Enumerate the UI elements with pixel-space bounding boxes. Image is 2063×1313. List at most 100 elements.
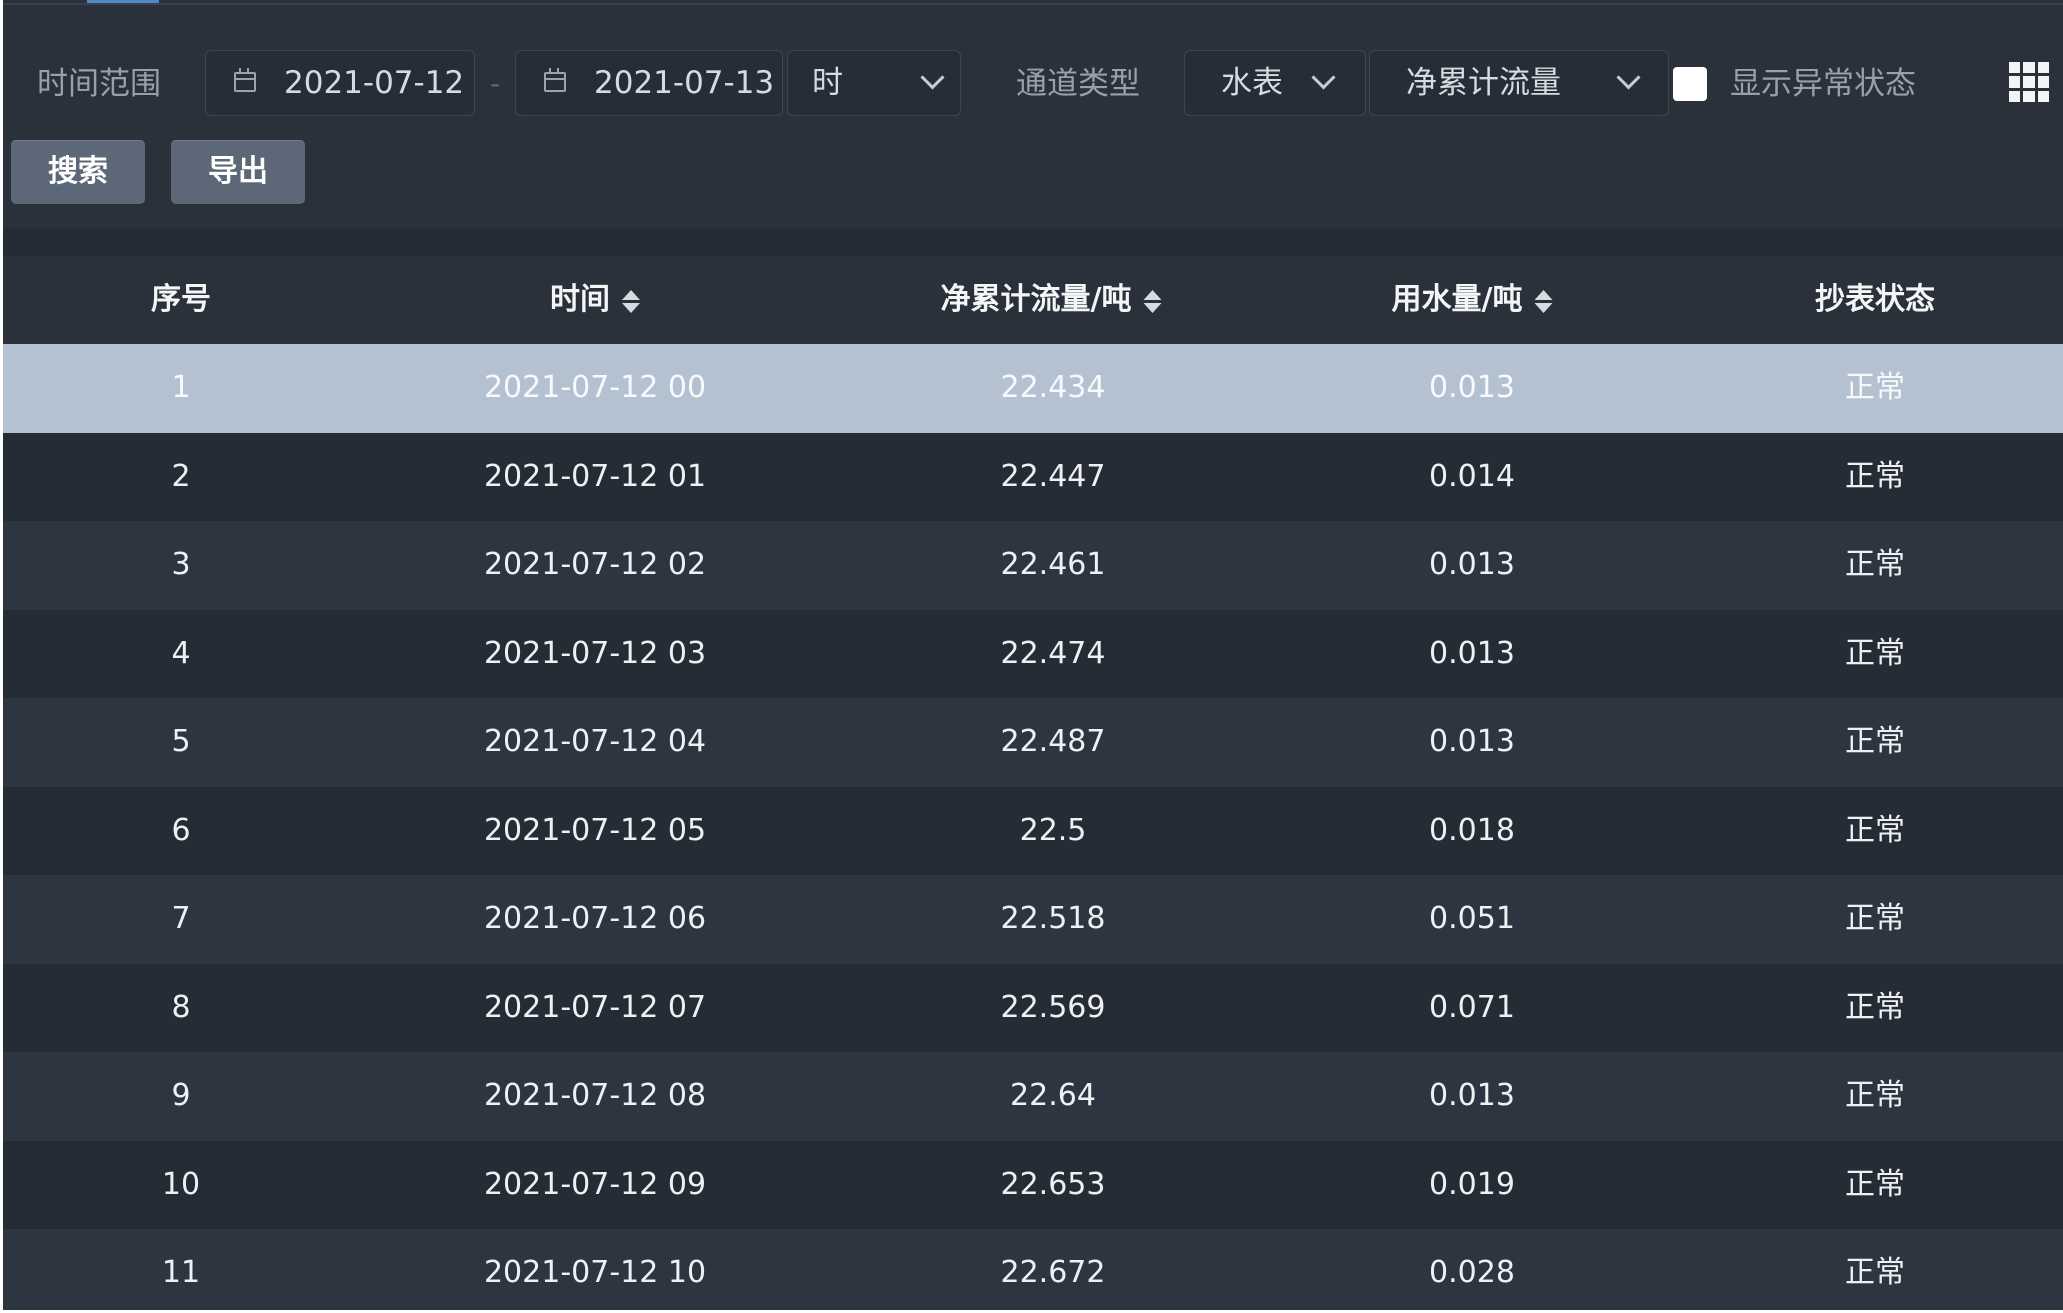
cell-net-flow: 22.64 xyxy=(1010,1078,1096,1113)
cell-time: 2021-07-12 00 xyxy=(483,370,707,405)
cell-net-flow: 22.461 xyxy=(1000,547,1106,582)
sort-icon[interactable] xyxy=(1143,288,1162,314)
cell-index: 4 xyxy=(171,635,191,671)
column-header-usage[interactable]: 用水量/吨 xyxy=(1392,256,1553,344)
cell-usage: 0.013 xyxy=(1429,547,1515,582)
cell-index: 3 xyxy=(171,547,191,582)
show-abnormal-label: 显示异常状态 xyxy=(1730,66,1916,102)
sort-icon[interactable] xyxy=(622,288,640,314)
cell-index: 11 xyxy=(161,1255,201,1290)
filter-bar: 时间范围 2021-07-12 - 2021-07-13 时 通道类型 水表 净… xyxy=(3,50,2063,118)
cell-time: 2021-07-12 08 xyxy=(483,1078,707,1113)
cell-status: 正常 xyxy=(1845,1255,1905,1290)
cell-status: 正常 xyxy=(1845,812,1905,848)
end-date-picker[interactable]: 2021-07-13 xyxy=(515,50,783,116)
show-abnormal-checkbox[interactable] xyxy=(1673,67,1707,101)
cell-usage: 0.013 xyxy=(1429,724,1515,759)
cell-index: 5 xyxy=(171,724,191,759)
column-header-net-flow[interactable]: 净累计流量/吨 xyxy=(941,256,1162,344)
calendar-icon xyxy=(234,68,256,92)
cell-net-flow: 22.5 xyxy=(1019,812,1087,848)
table-row[interactable]: 9 2021-07-12 08 22.64 0.013 正常 xyxy=(3,1052,2063,1141)
toolbar-divider xyxy=(3,228,2063,256)
end-date-value: 2021-07-13 xyxy=(594,65,775,101)
table-row[interactable]: 8 2021-07-12 07 22.569 0.071 正常 xyxy=(3,963,2063,1052)
cell-usage: 0.014 xyxy=(1429,458,1515,494)
granularity-value: 时 xyxy=(812,65,843,101)
cell-status: 正常 xyxy=(1845,1166,1905,1202)
cell-usage: 0.013 xyxy=(1429,635,1515,671)
table-row[interactable]: 7 2021-07-12 06 22.518 0.051 正常 xyxy=(3,875,2063,964)
cell-usage: 0.071 xyxy=(1429,989,1515,1025)
date-range-separator: - xyxy=(490,67,501,100)
cell-usage: 0.013 xyxy=(1429,370,1515,405)
cell-time: 2021-07-12 03 xyxy=(483,635,707,671)
cell-status: 正常 xyxy=(1845,1078,1905,1113)
data-table: 序号 时间 净累计流量/吨 用水量/吨 抄表状态 1 2021-07-12 00 2… xyxy=(3,256,2063,1310)
cell-time: 2021-07-12 06 xyxy=(483,901,707,936)
column-header-index: 序号 xyxy=(151,282,211,317)
table-body: 1 2021-07-12 00 22.434 0.013 正常 2 2021-07-12 0… xyxy=(3,344,2063,1310)
calendar-icon xyxy=(544,68,566,92)
cell-time: 2021-07-12 09 xyxy=(483,1166,707,1202)
cell-net-flow: 22.653 xyxy=(1000,1166,1106,1202)
table-row[interactable]: 1 2021-07-12 00 22.434 0.013 正常 xyxy=(3,344,2063,433)
cell-status: 正常 xyxy=(1845,901,1905,936)
cell-status: 正常 xyxy=(1845,724,1905,759)
channel-type-select[interactable]: 水表 xyxy=(1184,50,1366,116)
cell-net-flow: 22.434 xyxy=(1000,370,1106,405)
cell-status: 正常 xyxy=(1845,989,1905,1025)
sort-icon[interactable] xyxy=(1534,288,1553,314)
column-header-status: 抄表状态 xyxy=(1815,282,1935,317)
channel-type-label: 通道类型 xyxy=(1016,66,1140,102)
cell-time: 2021-07-12 04 xyxy=(483,724,707,759)
start-date-picker[interactable]: 2021-07-12 xyxy=(205,50,475,116)
table-row[interactable]: 5 2021-07-12 04 22.487 0.013 正常 xyxy=(3,698,2063,787)
table-row[interactable]: 4 2021-07-12 03 22.474 0.013 正常 xyxy=(3,609,2063,698)
cell-status: 正常 xyxy=(1845,458,1905,494)
chevron-down-icon xyxy=(1616,65,1641,90)
metric-select[interactable]: 净累计流量 xyxy=(1369,50,1669,116)
start-date-value: 2021-07-12 xyxy=(284,65,465,101)
cell-usage: 0.019 xyxy=(1429,1166,1515,1202)
cell-index: 1 xyxy=(171,370,191,405)
cell-usage: 0.051 xyxy=(1429,901,1515,936)
cell-net-flow: 22.672 xyxy=(1000,1255,1106,1290)
cell-time: 2021-07-12 02 xyxy=(483,547,707,582)
cell-net-flow: 22.474 xyxy=(1000,635,1106,671)
chevron-down-icon xyxy=(1311,65,1336,90)
cell-usage: 0.018 xyxy=(1429,812,1515,848)
metric-value: 净累计流量 xyxy=(1406,65,1561,101)
cell-index: 8 xyxy=(171,989,191,1025)
cell-time: 2021-07-12 07 xyxy=(483,989,707,1025)
cell-time: 2021-07-12 10 xyxy=(483,1255,707,1290)
column-header-time[interactable]: 时间 xyxy=(550,256,640,344)
time-range-label: 时间范围 xyxy=(37,66,161,102)
cell-status: 正常 xyxy=(1845,635,1905,671)
table-row[interactable]: 2 2021-07-12 01 22.447 0.014 正常 xyxy=(3,432,2063,521)
cell-status: 正常 xyxy=(1845,547,1905,582)
export-button[interactable]: 导出 xyxy=(171,140,305,204)
cell-index: 9 xyxy=(171,1078,191,1113)
table-row[interactable]: 11 2021-07-12 10 22.672 0.028 正常 xyxy=(3,1229,2063,1310)
cell-index: 10 xyxy=(161,1166,201,1202)
grid-view-icon[interactable] xyxy=(2009,62,2049,102)
channel-type-value: 水表 xyxy=(1221,65,1283,101)
search-button[interactable]: 搜索 xyxy=(11,140,145,204)
cell-time: 2021-07-12 05 xyxy=(483,812,707,848)
table-row[interactable]: 6 2021-07-12 05 22.5 0.018 正常 xyxy=(3,786,2063,875)
cell-status: 正常 xyxy=(1845,370,1905,405)
cell-index: 6 xyxy=(171,812,191,848)
table-header: 序号 时间 净累计流量/吨 用水量/吨 抄表状态 xyxy=(3,256,2063,344)
granularity-select[interactable]: 时 xyxy=(787,50,961,116)
cell-net-flow: 22.569 xyxy=(1000,989,1106,1025)
top-divider xyxy=(3,3,2063,5)
water-meter-report-panel: 时间范围 2021-07-12 - 2021-07-13 时 通道类型 水表 净… xyxy=(3,0,2063,1310)
table-row[interactable]: 10 2021-07-12 09 22.653 0.019 正常 xyxy=(3,1140,2063,1229)
cell-usage: 0.013 xyxy=(1429,1078,1515,1113)
chevron-down-icon xyxy=(920,65,945,90)
cell-net-flow: 22.447 xyxy=(1000,458,1106,494)
cell-net-flow: 22.518 xyxy=(1000,901,1106,936)
table-row[interactable]: 3 2021-07-12 02 22.461 0.013 正常 xyxy=(3,521,2063,610)
cell-time: 2021-07-12 01 xyxy=(483,458,707,494)
